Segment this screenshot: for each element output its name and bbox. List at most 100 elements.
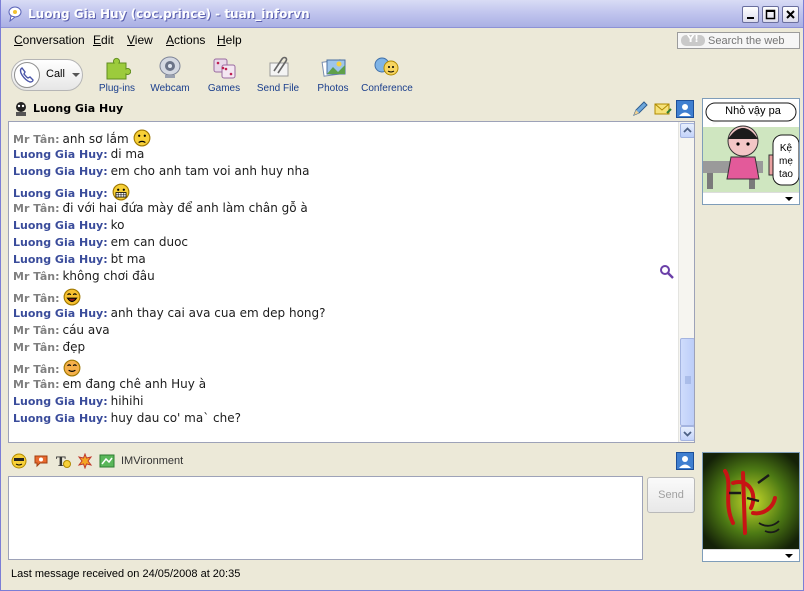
minimize-button[interactable] xyxy=(742,6,759,23)
minimize-icon xyxy=(747,17,754,19)
email-icon[interactable] xyxy=(654,100,672,118)
my-avatar-picture xyxy=(703,453,799,550)
menu-conversation[interactable]: Conversation xyxy=(14,33,85,47)
audible-icon[interactable] xyxy=(33,453,49,469)
message-sender[interactable]: Luong Gia Huy: xyxy=(13,412,108,425)
yahoo-logo-icon: Y! xyxy=(681,34,705,46)
chat-window: Luong Gia Huy (coc.prince) - tuan_inforv… xyxy=(0,0,804,591)
message-sender[interactable]: Luong Gia Huy: xyxy=(13,165,108,178)
conversation-scrollbar[interactable] xyxy=(678,122,694,442)
message-text: anh thay cai ava cua em dep hong? xyxy=(110,306,326,320)
message-sender[interactable]: Mr Tân: xyxy=(13,202,59,215)
message-text: đẹp xyxy=(62,340,86,354)
search-input[interactable] xyxy=(708,34,798,47)
chevron-down-icon xyxy=(683,431,692,437)
conference-icon xyxy=(374,57,399,76)
message-sender[interactable]: Mr Tân: xyxy=(13,292,59,305)
message-row: Mr Tân: đẹp xyxy=(13,339,673,356)
close-button[interactable] xyxy=(782,6,799,23)
message-sender[interactable]: Mr Tân: xyxy=(13,324,59,337)
chevron-down-icon[interactable] xyxy=(785,197,793,201)
message-row: Luong Gia Huy: di ma xyxy=(13,146,673,163)
text-format-icon[interactable]: T xyxy=(55,453,71,469)
message-text: hihihi xyxy=(110,394,144,408)
message-text: di ma xyxy=(110,147,145,161)
buddy-avatar-footer[interactable] xyxy=(703,192,799,204)
message-row: Mr Tân: em đang chê anh Huy à xyxy=(13,376,673,393)
buddy-status-icon xyxy=(16,102,26,116)
dice-icon xyxy=(213,58,236,79)
message-sender[interactable]: Mr Tân: xyxy=(13,363,59,376)
scroll-up-button[interactable] xyxy=(680,123,694,138)
message-text: huy dau co' ma` che? xyxy=(110,411,241,425)
close-icon xyxy=(786,10,795,19)
menu-actions[interactable]: Actions xyxy=(166,33,205,47)
laughing-emoticon-icon xyxy=(64,288,81,306)
menu-help[interactable]: Help xyxy=(217,33,242,47)
message-row: Mr Tân: cáu ava xyxy=(13,322,673,339)
pencil-icon[interactable] xyxy=(631,100,649,118)
grip-icon xyxy=(685,376,691,384)
message-sender[interactable]: Luong Gia Huy: xyxy=(13,395,108,408)
menu-edit[interactable]: Edit xyxy=(93,33,114,47)
puzzle-icon xyxy=(106,57,131,80)
web-search-box[interactable]: Y! xyxy=(677,32,800,49)
message-sender[interactable]: Luong Gia Huy: xyxy=(13,307,108,320)
imvironment-label[interactable]: IMVironment xyxy=(121,455,183,467)
message-sender[interactable]: Mr Tân: xyxy=(13,270,59,283)
contact-name[interactable]: Luong Gia Huy xyxy=(33,102,123,115)
chevron-down-icon[interactable] xyxy=(785,554,793,558)
message-row: Luong Gia Huy: ko xyxy=(13,217,673,234)
message-row: Mr Tân: xyxy=(13,359,673,377)
my-avatar-footer[interactable] xyxy=(703,549,799,561)
maximize-icon xyxy=(765,9,776,20)
imvironment-icon[interactable] xyxy=(99,453,115,469)
contact-header: Luong Gia Huy xyxy=(7,98,697,120)
message-row: Luong Gia Huy: xyxy=(13,183,673,201)
message-text: cáu ava xyxy=(62,323,110,337)
format-bar: T IMVironment xyxy=(7,450,697,472)
message-row: Mr Tân: không chơi đâu xyxy=(13,268,673,285)
message-text: em can duoc xyxy=(110,235,189,249)
magnifier-icon[interactable] xyxy=(659,264,675,280)
message-sender[interactable]: Luong Gia Huy: xyxy=(13,148,108,161)
message-text: em cho anh tam voi anh huy nha xyxy=(110,164,310,178)
photos-icon xyxy=(321,59,346,77)
message-sender[interactable]: Luong Gia Huy: xyxy=(13,236,108,249)
call-dropdown-icon[interactable] xyxy=(72,73,80,77)
call-label: Call xyxy=(46,68,65,80)
title-bar[interactable]: Luong Gia Huy (coc.prince) - tuan_inforv… xyxy=(1,0,803,28)
message-sender[interactable]: Luong Gia Huy: xyxy=(13,253,108,266)
webcam-icon xyxy=(159,56,181,78)
show-contact-icon[interactable] xyxy=(676,100,694,118)
call-button[interactable]: Call xyxy=(11,59,83,91)
nudge-icon[interactable] xyxy=(77,453,93,469)
message-text: anh sơ lắm xyxy=(62,132,129,146)
message-sender[interactable]: Mr Tân: xyxy=(13,341,59,354)
bubble-top-text: Nhỏ vậy pa xyxy=(725,105,781,117)
message-sender[interactable]: Luong Gia Huy: xyxy=(13,187,108,200)
my-avatar[interactable] xyxy=(702,452,800,562)
menu-view[interactable]: View xyxy=(127,33,153,47)
toolbar: Call Plug-ins Webcam Games Send File Pho… xyxy=(1,52,803,98)
scroll-down-button[interactable] xyxy=(680,426,694,441)
buddy-avatar[interactable]: Nhỏ vậy pa Kệ mẹ tao xyxy=(702,98,800,205)
message-sender[interactable]: Luong Gia Huy: xyxy=(13,219,108,232)
message-input[interactable] xyxy=(8,476,643,560)
maximize-button[interactable] xyxy=(762,6,779,23)
chevron-up-icon xyxy=(683,127,692,133)
message-list: Mr Tân: anh sơ lắm Luong Gia Huy: di ma Luon… xyxy=(13,126,673,427)
message-sender[interactable]: Mr Tân: xyxy=(13,133,59,146)
emoticon-picker-icon[interactable] xyxy=(11,453,27,469)
status-text: Last message received on 24/05/2008 at 2… xyxy=(11,568,241,580)
confused-emoticon-icon xyxy=(133,129,151,147)
scroll-thumb[interactable] xyxy=(680,338,694,426)
message-row: Mr Tân: xyxy=(13,288,673,306)
show-my-avatar-icon[interactable] xyxy=(676,452,694,470)
message-row: Mr Tân: đi với hai đứa mày để anh làm châ… xyxy=(13,200,673,217)
message-sender[interactable]: Mr Tân: xyxy=(13,378,59,391)
send-button[interactable]: Send xyxy=(647,477,695,513)
message-row: Luong Gia Huy: huy dau co' ma` che? xyxy=(13,410,673,427)
message-row: Luong Gia Huy: em can duoc xyxy=(13,234,673,251)
conversation-pane[interactable]: Mr Tân: anh sơ lắm Luong Gia Huy: di ma Luon… xyxy=(8,121,695,443)
